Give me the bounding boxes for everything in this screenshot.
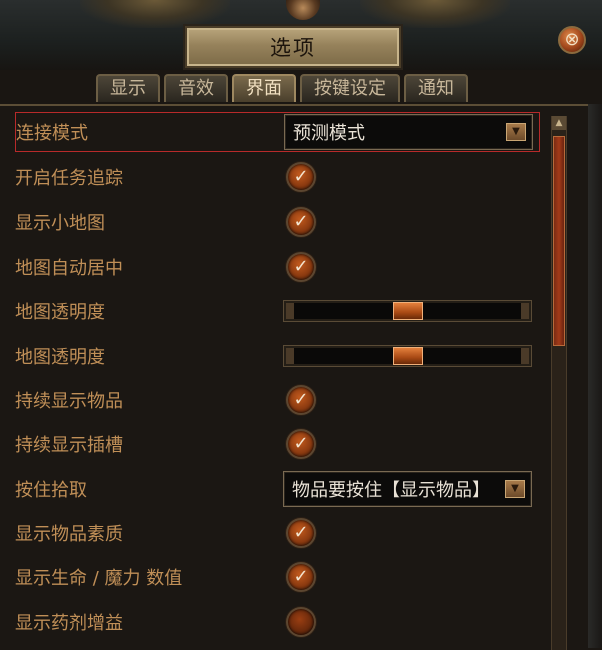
setting-row-quest-tracker: 开启任务追踪 ✓ — [15, 157, 540, 197]
scrollbar-thumb[interactable] — [553, 136, 565, 346]
settings-panel: 连接模式 预测模式 ▼ 开启任务追踪 ✓ 显示小地图 ✓ 地图自动居中 ✓ 地图… — [0, 104, 602, 650]
slider-cap — [286, 348, 294, 364]
dropdown-value: 物品要按住【显示物品】 — [292, 480, 490, 501]
setting-row-map-opacity: 地图透明度 — [15, 291, 540, 331]
tab-label: 显示 — [110, 78, 146, 99]
ornament-left — [80, 0, 230, 28]
map-autocenter-checkbox[interactable]: ✓ — [286, 252, 316, 282]
tab-label: 音效 — [178, 78, 214, 99]
slider-cap — [286, 303, 294, 319]
tab-notifications[interactable]: 通知 — [404, 74, 468, 102]
chevron-down-icon: ▼ — [505, 480, 525, 498]
setting-label: 地图透明度 — [15, 347, 105, 368]
tab-interface[interactable]: 界面 — [232, 74, 296, 102]
check-icon: ✓ — [293, 166, 309, 187]
setting-row-hold-to-pickup: 按住拾取 物品要按住【显示物品】 ▼ — [15, 469, 540, 509]
check-icon: ✓ — [293, 389, 309, 410]
settings-scrollbar[interactable]: ▲ — [551, 116, 567, 650]
tab-label: 按键设定 — [314, 78, 386, 99]
tab-display[interactable]: 显示 — [96, 74, 160, 102]
window-header-frame: 选项 ⊗ — [0, 0, 602, 70]
minimap-checkbox[interactable]: ✓ — [286, 207, 316, 237]
ornament-right — [360, 0, 510, 28]
setting-row-life-mana-values: 显示生命 / 魔力 数值 ✓ — [15, 557, 540, 597]
setting-row-connection-mode: 连接模式 预测模式 ▼ — [15, 112, 540, 152]
hold-to-pickup-dropdown[interactable]: 物品要按住【显示物品】 ▼ — [283, 471, 532, 507]
always-show-items-checkbox[interactable]: ✓ — [286, 385, 316, 415]
setting-label: 显示药剂增益 — [15, 613, 123, 634]
check-icon: ✓ — [293, 566, 309, 587]
life-mana-values-checkbox[interactable]: ✓ — [286, 562, 316, 592]
setting-label: 显示小地图 — [15, 213, 105, 234]
map-opacity-slider[interactable] — [283, 345, 532, 367]
setting-label: 按住拾取 — [15, 480, 87, 501]
setting-row-item-quality: 显示物品素质 ✓ — [15, 513, 540, 553]
tab-label: 界面 — [246, 78, 282, 99]
check-icon: ✓ — [293, 256, 309, 277]
setting-row-always-show-items: 持续显示物品 ✓ — [15, 380, 540, 420]
setting-label: 开启任务追踪 — [15, 168, 123, 189]
slider-cap — [521, 348, 529, 364]
quest-tracker-checkbox[interactable]: ✓ — [286, 162, 316, 192]
check-icon: ✓ — [293, 522, 309, 543]
close-button[interactable]: ⊗ — [558, 26, 586, 54]
setting-row-map-autocenter: 地图自动居中 ✓ — [15, 247, 540, 287]
setting-row-minimap: 显示小地图 ✓ — [15, 202, 540, 242]
tab-label: 通知 — [418, 78, 454, 99]
setting-label: 持续显示物品 — [15, 391, 123, 412]
flask-buffs-checkbox[interactable] — [286, 607, 316, 637]
window-right-frame — [588, 104, 602, 648]
setting-row-always-show-sockets: 持续显示插槽 ✓ — [15, 424, 540, 464]
setting-row-flask-buffs: 显示药剂增益 — [15, 602, 540, 642]
check-icon: ✓ — [293, 211, 309, 232]
tab-audio[interactable]: 音效 — [164, 74, 228, 102]
setting-label: 连接模式 — [16, 123, 88, 144]
setting-label: 地图透明度 — [15, 302, 105, 323]
dropdown-value: 预测模式 — [293, 123, 365, 144]
setting-label: 显示物品素质 — [15, 524, 123, 545]
setting-label: 地图自动居中 — [15, 258, 123, 279]
check-icon: ✓ — [293, 433, 309, 454]
always-show-sockets-checkbox[interactable]: ✓ — [286, 429, 316, 459]
close-icon: ⊗ — [564, 29, 580, 50]
ornament-gem — [286, 0, 320, 20]
scroll-up-icon[interactable]: ▲ — [552, 116, 566, 130]
tab-keybindings[interactable]: 按键设定 — [300, 74, 400, 102]
chevron-down-icon: ▼ — [506, 123, 526, 141]
setting-label: 显示生命 / 魔力 数值 — [15, 568, 183, 589]
item-quality-checkbox[interactable]: ✓ — [286, 518, 316, 548]
map-opacity-slider[interactable] — [283, 300, 532, 322]
slider-cap — [521, 303, 529, 319]
slider-thumb[interactable] — [392, 347, 423, 365]
setting-label: 持续显示插槽 — [15, 435, 123, 456]
connection-mode-dropdown[interactable]: 预测模式 ▼ — [284, 114, 533, 150]
window-title-plate: 选项 — [185, 26, 401, 68]
window-title: 选项 — [270, 36, 316, 60]
options-tabs: 显示 音效 界面 按键设定 通知 — [96, 74, 468, 104]
slider-thumb[interactable] — [392, 302, 423, 320]
setting-row-map-opacity-2: 地图透明度 — [15, 336, 540, 376]
